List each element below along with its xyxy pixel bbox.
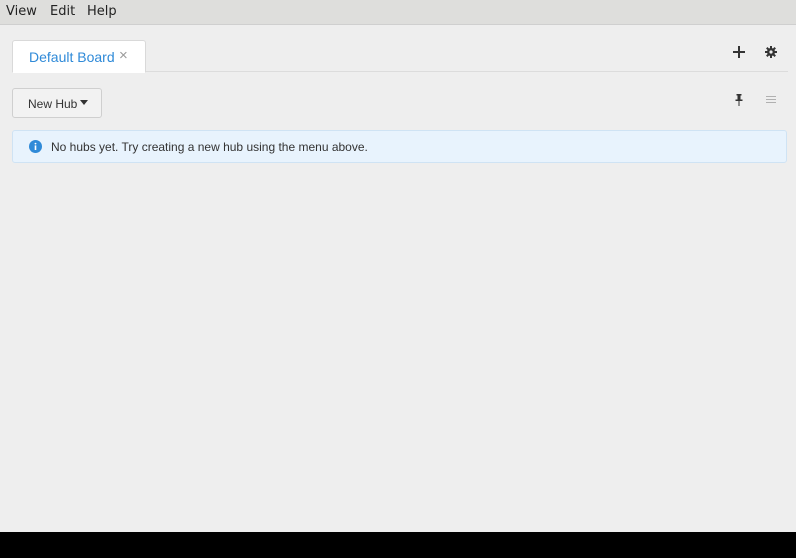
menu-help[interactable]: Help	[87, 4, 117, 19]
plus-icon	[733, 46, 745, 58]
tab-label: Default Board	[29, 49, 115, 65]
board-settings-button[interactable]	[759, 40, 783, 64]
hub-menu-button[interactable]	[759, 88, 783, 112]
gear-icon	[765, 46, 777, 58]
info-icon	[29, 140, 42, 153]
new-hub-button[interactable]: New Hub	[12, 88, 102, 118]
tab-default-board[interactable]: Default Board ×	[12, 40, 146, 73]
pin-button[interactable]	[727, 88, 751, 112]
hamburger-menu-icon	[766, 96, 776, 103]
menu-view[interactable]: View	[6, 4, 37, 19]
pin-icon	[735, 94, 743, 106]
menu-edit[interactable]: Edit	[50, 4, 75, 19]
add-board-button[interactable]	[727, 40, 751, 64]
info-message: No hubs yet. Try creating a new hub usin…	[51, 140, 368, 154]
app-window: View Edit Help Default Board × New Hub N…	[0, 0, 796, 532]
menu-bar: View Edit Help	[0, 0, 796, 25]
info-alert: No hubs yet. Try creating a new hub usin…	[12, 130, 787, 163]
caret-down-icon	[80, 100, 88, 105]
close-icon[interactable]: ×	[119, 48, 128, 63]
new-hub-label: New Hub	[28, 97, 78, 111]
